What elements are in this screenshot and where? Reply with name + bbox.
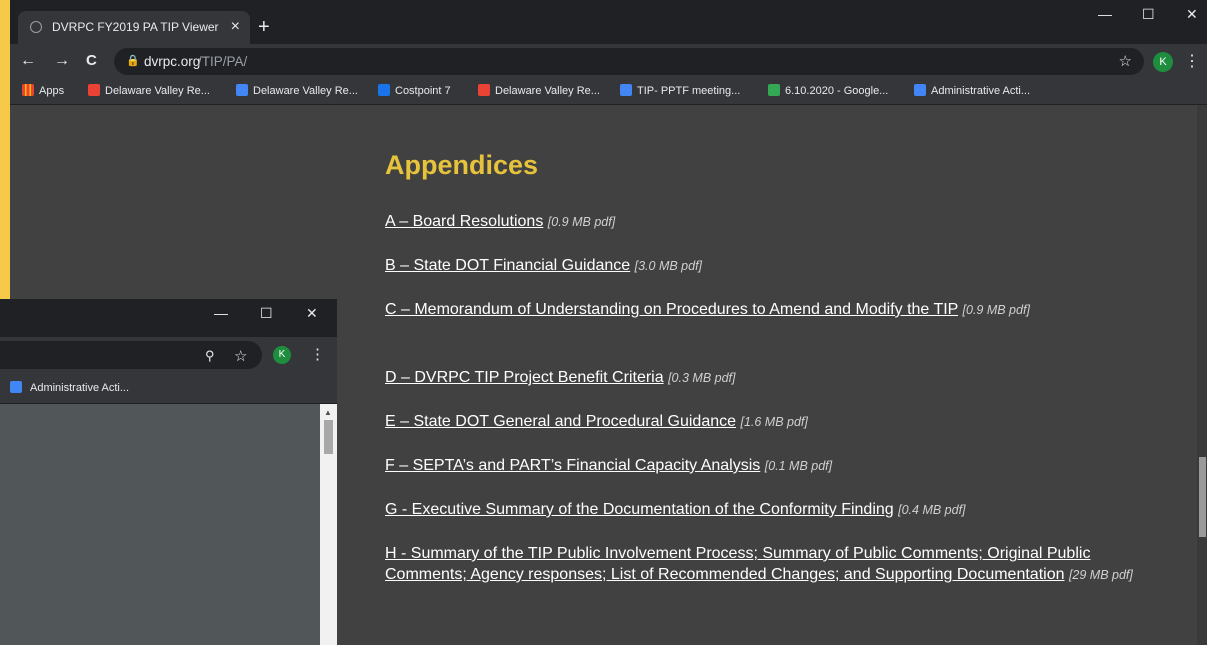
gmail-icon bbox=[478, 84, 490, 96]
tab-strip: DVRPC FY2019 PA TIP Viewer × + — ☐ ✕ bbox=[10, 0, 1207, 44]
appendix-link[interactable]: E – State DOT General and Procedural Gui… bbox=[385, 413, 736, 430]
apps-grid-icon bbox=[22, 84, 34, 96]
zoom-icon[interactable]: ⚲ bbox=[205, 348, 215, 364]
minimize-button[interactable]: — bbox=[1098, 6, 1112, 22]
appendix-link[interactable]: D – DVRPC TIP Project Benefit Criteria bbox=[385, 369, 664, 386]
browser-toolbar: ← → C 🔒 dvrpc.org /TIP/PA/ ☆ K ⋮ bbox=[10, 44, 1207, 79]
bookmark-administrative-acti[interactable]: Administrative Acti... bbox=[914, 84, 1030, 97]
secondary-browser-window: — ☐ ✕ ⚲ ☆ K ⋮ Administrative Acti... ▲ bbox=[0, 299, 337, 645]
appendix-item: F – SEPTA’s and PART’s Financial Capacit… bbox=[385, 455, 1165, 477]
popup-menu-icon[interactable]: ⋮ bbox=[310, 345, 325, 363]
address-bar[interactable]: 🔒 dvrpc.org /TIP/PA/ ☆ bbox=[114, 48, 1144, 75]
appendix-link[interactable]: F – SEPTA’s and PART’s Financial Capacit… bbox=[385, 457, 760, 474]
file-size: [1.6 MB pdf] bbox=[740, 415, 808, 429]
file-size: [0.1 MB pdf] bbox=[764, 459, 833, 473]
appendix-item: C – Memorandum of Understanding on Proce… bbox=[385, 299, 1165, 321]
popup-scrollbar[interactable]: ▲ bbox=[320, 404, 337, 645]
popup-page-content bbox=[0, 404, 320, 645]
profile-avatar[interactable]: K bbox=[1153, 52, 1173, 72]
scroll-up-arrow-icon[interactable]: ▲ bbox=[324, 408, 332, 417]
bookmark-tip-pptf-meeting[interactable]: TIP- PPTF meeting... bbox=[620, 84, 740, 97]
calendar-icon bbox=[236, 84, 248, 96]
docs-icon bbox=[620, 84, 632, 96]
popup-profile-avatar[interactable]: K bbox=[273, 346, 291, 364]
forward-button[interactable]: → bbox=[54, 51, 70, 71]
bookmark-delaware-valley-gmail-2[interactable]: Delaware Valley Re... bbox=[478, 84, 600, 97]
page-title: Appendices bbox=[385, 150, 539, 180]
reload-button[interactable]: C bbox=[86, 51, 97, 71]
popup-bookmarks-bar: Administrative Acti... bbox=[0, 373, 337, 404]
appendix-item: A – Board Resolutions [0.9 MB pdf] bbox=[385, 211, 1165, 233]
popup-toolbar: ⚲ ☆ K ⋮ bbox=[0, 337, 337, 373]
popup-bookmark-administrative-acti[interactable]: Administrative Acti... bbox=[10, 381, 129, 394]
appendix-link[interactable]: B – State DOT Financial Guidance bbox=[385, 257, 630, 274]
popup-address-bar[interactable]: ⚲ ☆ bbox=[0, 341, 262, 369]
lock-icon: 🔒 bbox=[126, 55, 140, 67]
file-size: [0.9 MB pdf] bbox=[547, 215, 616, 229]
bookmarks-bar: Apps Delaware Valley Re... Delaware Vall… bbox=[10, 79, 1207, 105]
close-window-button[interactable]: ✕ bbox=[1186, 6, 1198, 23]
page-scrollbar[interactable] bbox=[1197, 105, 1207, 645]
file-size: [3.0 MB pdf] bbox=[634, 259, 703, 273]
bookmark-costpoint[interactable]: Costpoint 7 bbox=[378, 84, 451, 97]
browser-tab[interactable]: DVRPC FY2019 PA TIP Viewer × bbox=[18, 11, 250, 44]
file-size: [29 MB pdf] bbox=[1068, 568, 1133, 582]
bookmark-google-drive[interactable]: 6.10.2020 - Google... bbox=[768, 84, 888, 97]
back-button[interactable]: ← bbox=[20, 51, 36, 71]
url-path: /TIP/PA/ bbox=[198, 54, 248, 69]
popup-maximize-button[interactable]: ☐ bbox=[260, 305, 273, 322]
docs-icon bbox=[10, 381, 22, 393]
new-tab-button[interactable]: + bbox=[258, 17, 270, 37]
appendix-item: B – State DOT Financial Guidance [3.0 MB… bbox=[385, 255, 1165, 277]
bookmark-apps[interactable]: Apps bbox=[22, 84, 64, 97]
tab-close-icon[interactable]: × bbox=[231, 17, 240, 37]
appendix-item: G - Executive Summary of the Documentati… bbox=[385, 499, 1165, 521]
maximize-button[interactable]: ☐ bbox=[1142, 6, 1155, 23]
popup-minimize-button[interactable]: — bbox=[214, 305, 228, 321]
bookmark-star-icon[interactable]: ☆ bbox=[1119, 52, 1132, 70]
appendix-item: E – State DOT General and Procedural Gui… bbox=[385, 411, 1165, 433]
costpoint-icon bbox=[378, 84, 390, 96]
file-size: [0.3 MB pdf] bbox=[668, 371, 736, 385]
gmail-icon bbox=[88, 84, 100, 96]
file-size: [0.4 MB pdf] bbox=[898, 503, 966, 517]
popup-scrollbar-thumb[interactable] bbox=[324, 420, 333, 454]
popup-close-button[interactable]: ✕ bbox=[306, 305, 318, 322]
browser-menu-icon[interactable]: ⋮ bbox=[1184, 51, 1200, 71]
appendix-item: H - Summary of the TIP Public Involvemen… bbox=[385, 543, 1165, 586]
scrollbar-thumb[interactable] bbox=[1199, 457, 1206, 537]
url-host: dvrpc.org bbox=[144, 54, 201, 69]
appendix-link[interactable]: G - Executive Summary of the Documentati… bbox=[385, 501, 894, 518]
tab-title: DVRPC FY2019 PA TIP Viewer bbox=[52, 20, 219, 34]
docs-icon bbox=[914, 84, 926, 96]
appendix-link[interactable]: A – Board Resolutions bbox=[385, 213, 543, 230]
file-size: [0.9 MB pdf] bbox=[962, 303, 1030, 317]
drive-icon bbox=[768, 84, 780, 96]
appendix-link[interactable]: C – Memorandum of Understanding on Proce… bbox=[385, 301, 958, 318]
bookmark-delaware-valley-calendar[interactable]: Delaware Valley Re... bbox=[236, 84, 358, 97]
bookmark-delaware-valley-gmail-1[interactable]: Delaware Valley Re... bbox=[88, 84, 210, 97]
appendix-item: D – DVRPC TIP Project Benefit Criteria [… bbox=[385, 367, 1165, 389]
appendix-link[interactable]: H - Summary of the TIP Public Involvemen… bbox=[385, 545, 1090, 583]
popup-bookmark-star-icon[interactable]: ☆ bbox=[234, 347, 247, 365]
globe-icon bbox=[30, 21, 42, 33]
